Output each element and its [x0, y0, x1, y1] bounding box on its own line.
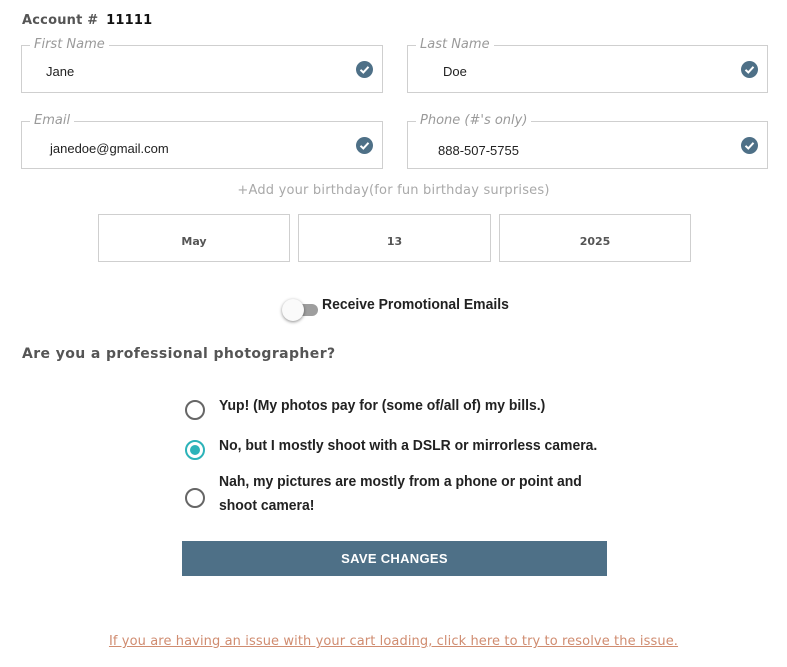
add-birthday-link[interactable]: +Add your birthday(for fun birthday surp…: [0, 183, 787, 198]
radio-option-dslr[interactable]: [185, 440, 205, 460]
account-header: Account # 11111: [22, 13, 152, 28]
check-circle-icon: [356, 137, 373, 154]
radio-label-yup[interactable]: Yup! (My photos pay for (some of/all of)…: [219, 394, 610, 418]
first-name-field[interactable]: First Name Jane: [21, 37, 383, 93]
account-label: Account #: [22, 13, 99, 28]
radio-label-dslr[interactable]: No, but I mostly shoot with a DSLR or mi…: [219, 434, 610, 458]
birthday-day-select[interactable]: 13: [298, 214, 491, 262]
cart-issue-link[interactable]: If you are having an issue with your car…: [0, 634, 787, 649]
toggle-knob: [282, 299, 304, 321]
account-number: 11111: [106, 13, 153, 28]
save-changes-button[interactable]: SAVE CHANGES: [182, 541, 607, 576]
check-circle-icon: [741, 61, 758, 78]
email-value[interactable]: janedoe@gmail.com: [50, 141, 169, 156]
check-circle-icon: [356, 61, 373, 78]
last-name-label: Last Name: [416, 37, 494, 53]
birthday-month-select[interactable]: May: [98, 214, 290, 262]
first-name-label: First Name: [30, 37, 109, 53]
phone-value[interactable]: 888-507-5755: [438, 143, 519, 158]
last-name-value[interactable]: Doe: [443, 64, 467, 79]
phone-field[interactable]: Phone (#'s only) 888-507-5755: [407, 113, 768, 169]
email-label: Email: [30, 113, 75, 129]
email-field[interactable]: Email janedoe@gmail.com: [21, 113, 383, 169]
radio-option-yup[interactable]: [185, 400, 205, 420]
photographer-question: Are you a professional photographer?: [22, 346, 336, 362]
radio-option-phone[interactable]: [185, 488, 205, 508]
first-name-value[interactable]: Jane: [46, 64, 74, 79]
radio-label-phone[interactable]: Nah, my pictures are mostly from a phone…: [219, 470, 591, 518]
birthday-year-select[interactable]: 2025: [499, 214, 691, 262]
promo-email-label: Receive Promotional Emails: [322, 296, 509, 313]
check-circle-icon: [741, 137, 758, 154]
phone-label: Phone (#'s only): [416, 113, 532, 129]
last-name-field[interactable]: Last Name Doe: [407, 37, 768, 93]
promo-email-toggle[interactable]: [282, 299, 318, 321]
